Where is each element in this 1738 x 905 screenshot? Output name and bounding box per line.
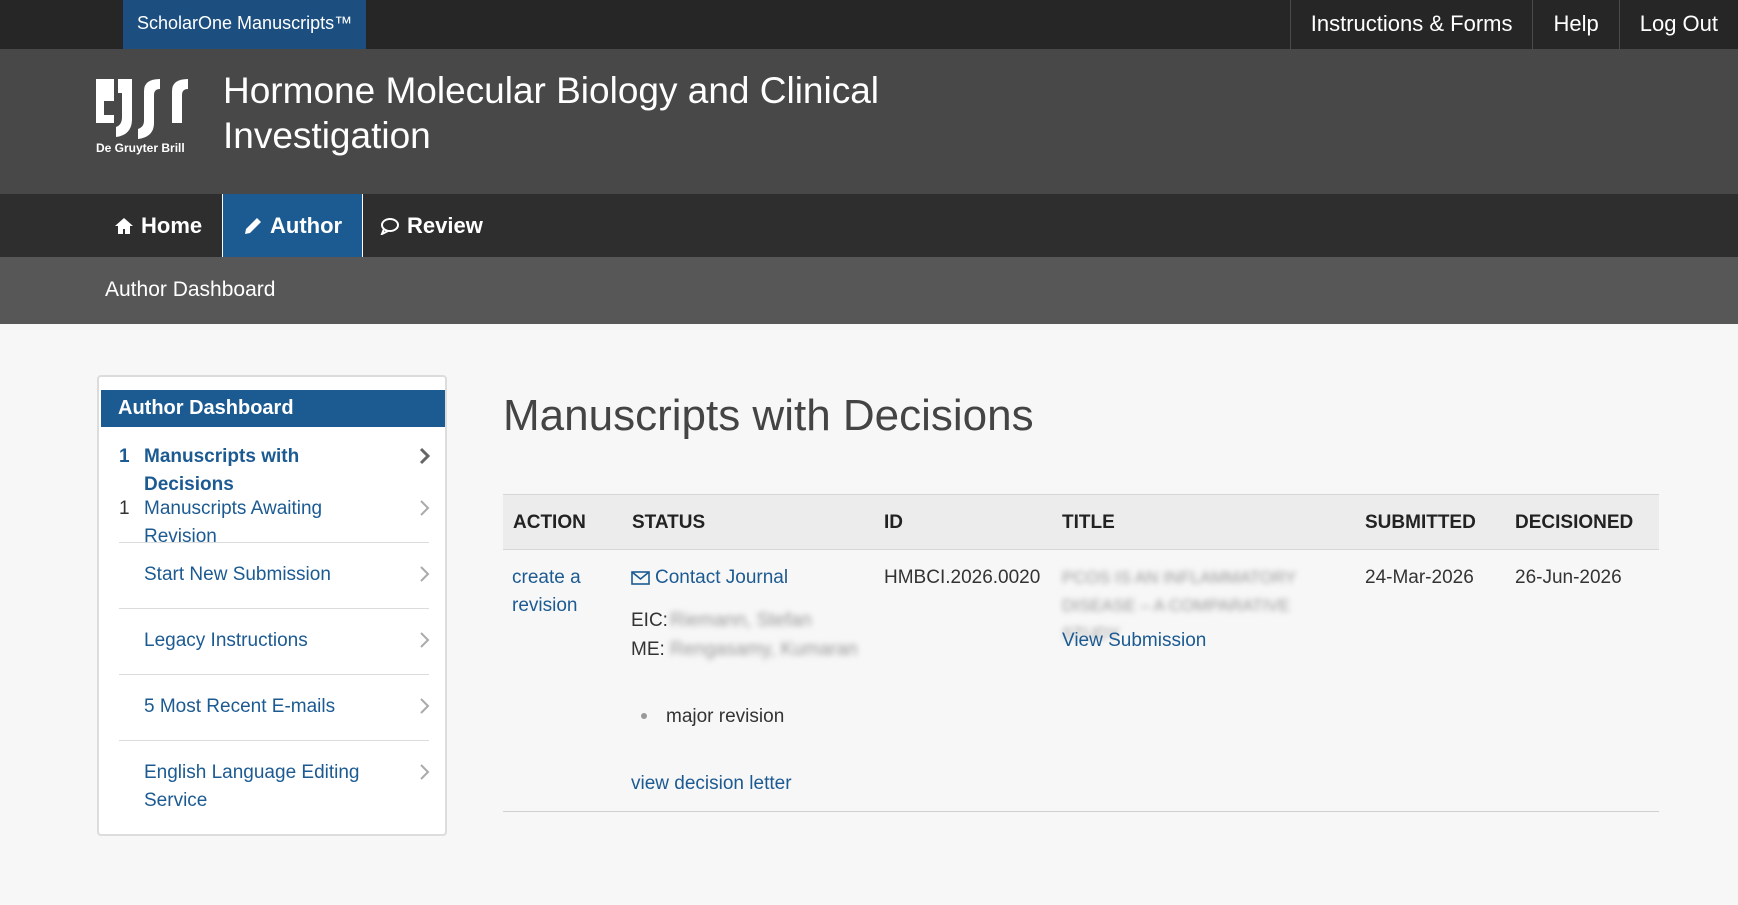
breadcrumb-bar: Author Dashboard bbox=[0, 257, 1738, 324]
breadcrumb: Author Dashboard bbox=[105, 278, 276, 301]
column-header-id: ID bbox=[884, 512, 903, 533]
journal-header: De Gruyter Brill Hormone Molecular Biolo… bbox=[0, 49, 1738, 194]
nav-home-label: Home bbox=[141, 213, 203, 238]
decision-status: major revision bbox=[666, 706, 785, 727]
nav-review[interactable]: Review bbox=[360, 194, 503, 257]
chevron-right-icon bbox=[420, 500, 430, 516]
table-header: ACTION STATUS ID TITLE SUBMITTED DECISIO… bbox=[503, 494, 1659, 550]
submitted-date: 24-Mar-2026 bbox=[1365, 567, 1474, 588]
column-header-title: TITLE bbox=[1062, 512, 1115, 533]
nav-home[interactable]: Home bbox=[94, 194, 222, 257]
sidebar-item-manuscripts-awaiting-revision[interactable]: 1 Manuscripts Awaiting Revision bbox=[119, 495, 430, 547]
sidebar-item-legacy-instructions[interactable]: Legacy Instructions bbox=[119, 627, 430, 655]
column-header-status: STATUS bbox=[632, 512, 706, 533]
chevron-right-icon bbox=[419, 447, 431, 465]
sidebar: Author Dashboard 1 Manuscripts with Deci… bbox=[97, 375, 447, 836]
sidebar-divider bbox=[119, 608, 429, 609]
sidebar-divider bbox=[119, 674, 429, 675]
publisher-logo-text: De Gruyter Brill bbox=[96, 141, 185, 155]
chevron-right-icon bbox=[420, 566, 430, 582]
sidebar-item-label: Legacy Instructions bbox=[144, 630, 308, 651]
create-revision-link[interactable]: create a revision bbox=[512, 564, 602, 620]
page-title: Manuscripts with Decisions bbox=[503, 391, 1034, 440]
sidebar-title: Author Dashboard bbox=[101, 390, 445, 427]
home-icon bbox=[115, 217, 133, 234]
column-header-action: ACTION bbox=[513, 512, 586, 533]
nav-review-label: Review bbox=[407, 213, 483, 238]
view-submission-link[interactable]: View Submission bbox=[1062, 627, 1206, 655]
bullet-icon bbox=[641, 713, 647, 719]
publisher-logo bbox=[96, 79, 188, 139]
main-nav: Home Author Review bbox=[0, 194, 1738, 257]
sidebar-divider bbox=[119, 740, 429, 741]
eic-name: Riemann, Stefan bbox=[670, 610, 812, 631]
journal-title: Hormone Molecular Biology and Clinical I… bbox=[223, 70, 880, 156]
chevron-right-icon bbox=[420, 764, 430, 780]
sidebar-item-label: Start New Submission bbox=[144, 564, 331, 585]
help-link[interactable]: Help bbox=[1532, 0, 1618, 49]
sidebar-item-count: 1 bbox=[119, 446, 130, 467]
me-label: ME: bbox=[631, 639, 665, 660]
scholarone-brand-tab[interactable]: ScholarOne Manuscripts™ bbox=[123, 0, 367, 49]
sidebar-item-recent-emails[interactable]: 5 Most Recent E-mails bbox=[119, 693, 430, 721]
contact-journal-label: Contact Journal bbox=[655, 567, 789, 588]
column-header-submitted: SUBMITTED bbox=[1365, 512, 1476, 533]
sidebar-item-label: Manuscripts with Decisions bbox=[144, 446, 300, 495]
speech-bubble-icon bbox=[380, 217, 399, 235]
sidebar-divider bbox=[119, 542, 429, 543]
decisioned-date: 26-Jun-2026 bbox=[1515, 567, 1622, 588]
instructions-forms-link[interactable]: Instructions & Forms bbox=[1289, 0, 1533, 49]
top-links: Instructions & Forms Help Log Out bbox=[1289, 0, 1738, 49]
sidebar-item-count: 1 bbox=[119, 498, 130, 519]
sidebar-item-label: English Language Editing Service bbox=[144, 762, 360, 811]
chevron-right-icon bbox=[420, 698, 430, 714]
logout-link[interactable]: Log Out bbox=[1618, 0, 1738, 49]
pencil-icon bbox=[245, 217, 261, 234]
nav-author[interactable]: Author bbox=[222, 194, 364, 257]
manuscript-id: HMBCI.2026.0020 bbox=[884, 567, 1041, 588]
sidebar-item-label: 5 Most Recent E-mails bbox=[144, 696, 336, 717]
eic-label: EIC: bbox=[631, 610, 668, 631]
row-divider bbox=[503, 811, 1659, 812]
chevron-right-icon bbox=[420, 632, 430, 648]
envelope-icon bbox=[631, 571, 650, 585]
view-decision-letter-link[interactable]: view decision letter bbox=[631, 770, 792, 798]
sidebar-item-start-new-submission[interactable]: Start New Submission bbox=[119, 561, 430, 589]
sidebar-item-manuscripts-with-decisions[interactable]: 1 Manuscripts with Decisions bbox=[119, 443, 431, 495]
top-bar: ScholarOne Manuscripts™ Instructions & F… bbox=[0, 0, 1738, 49]
column-header-decisioned: DECISIONED bbox=[1515, 512, 1634, 533]
me-name: Rengasamy, Kumaran bbox=[670, 639, 858, 660]
contact-journal-link[interactable]: Contact Journal bbox=[631, 564, 788, 592]
nav-author-label: Author bbox=[270, 213, 343, 238]
sidebar-item-english-editing[interactable]: English Language Editing Service bbox=[119, 759, 430, 815]
